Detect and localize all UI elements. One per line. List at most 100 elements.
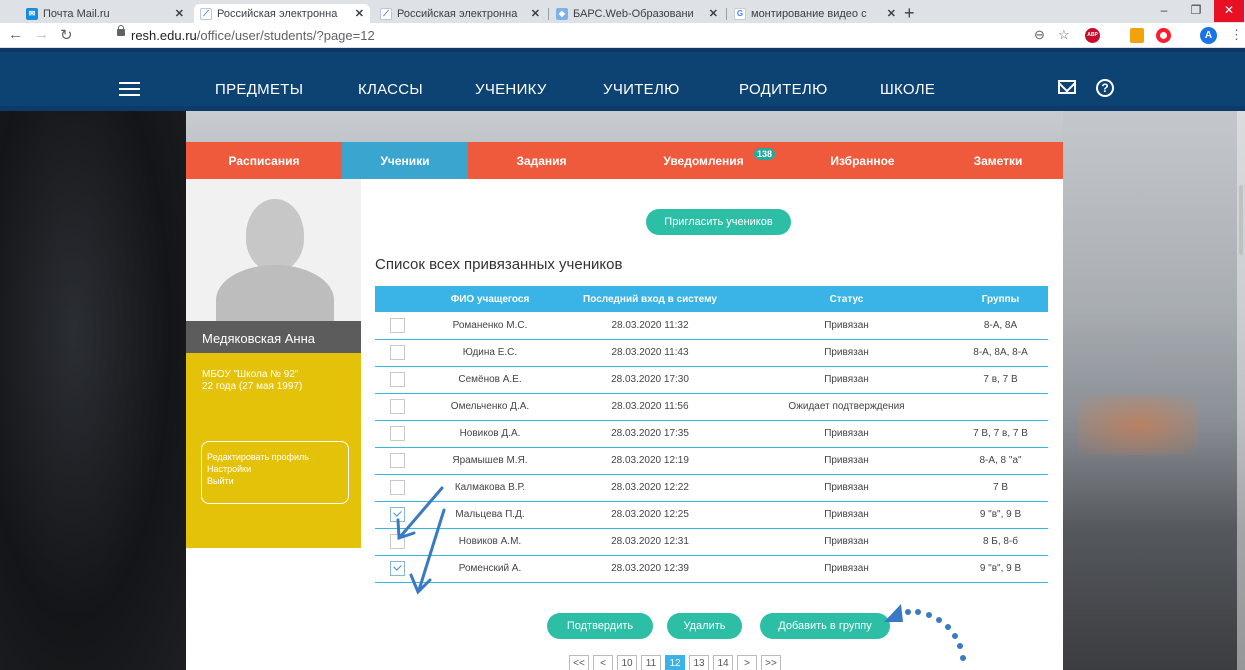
settings-link[interactable]: Настройки: [207, 463, 348, 475]
forward-arrow-icon[interactable]: →: [34, 26, 49, 43]
maximize-button[interactable]: ❐: [1180, 0, 1212, 22]
minimize-button[interactable]: ‒: [1148, 0, 1180, 22]
hamburger-menu-icon[interactable]: [119, 82, 140, 96]
page-button[interactable]: >>: [761, 655, 781, 670]
browser-menu-icon[interactable]: ⋮: [1230, 27, 1243, 43]
add-to-group-button[interactable]: Добавить в группу: [760, 613, 890, 639]
last-login: 28.03.2020 12:25: [560, 501, 740, 529]
back-arrow-icon[interactable]: ←: [8, 26, 23, 43]
avatar-silhouette-body: [216, 265, 334, 321]
nav-item-parent[interactable]: РОДИТЕЛЮ: [739, 81, 828, 98]
column-header-last-login[interactable]: Последний вход в систему: [560, 286, 740, 312]
page-button[interactable]: <<: [569, 655, 589, 670]
close-tab-icon[interactable]: ✕: [709, 7, 718, 20]
new-tab-button[interactable]: +: [904, 3, 915, 24]
edit-profile-link[interactable]: Редактировать профиль: [207, 451, 348, 463]
student-groups: 7 в, 7 В: [953, 366, 1048, 394]
tab-title: Российская электронна: [217, 7, 338, 20]
table-row: Ярамышев М.Я. 28.03.2020 12:19 Привязан 8-А…: [375, 447, 1048, 475]
student-groups: 7 В, 7 в, 7 В: [953, 420, 1048, 448]
url-field[interactable]: resh.edu.ru/office/user/students/?page=1…: [131, 28, 375, 43]
row-checkbox[interactable]: [390, 507, 405, 522]
student-name: Юдина Е.С.: [420, 339, 560, 367]
pagination: << <10 11 12 13 14 > >>: [569, 655, 785, 670]
select-cell: [375, 501, 420, 529]
lock-icon: [117, 25, 125, 36]
shopping-bag-extension-icon[interactable]: [1130, 28, 1144, 43]
column-header-name[interactable]: ФИО учащегося: [420, 286, 560, 312]
select-cell: [375, 420, 420, 448]
column-header-status[interactable]: Статус: [740, 286, 953, 312]
row-checkbox[interactable]: [390, 372, 405, 387]
student-groups: 8-А, 8 "а": [953, 447, 1048, 475]
zoom-icon[interactable]: ⊖: [1034, 27, 1045, 43]
student-groups: 8 Б, 8-б: [953, 528, 1048, 556]
close-tab-icon[interactable]: ✕: [355, 7, 364, 20]
row-checkbox[interactable]: [390, 480, 405, 495]
page-button[interactable]: >: [737, 655, 757, 670]
row-checkbox[interactable]: [390, 317, 405, 333]
tab-notes[interactable]: Заметки: [933, 142, 1063, 179]
tab-favorites[interactable]: Избранное: [792, 142, 933, 179]
page-button[interactable]: <: [593, 655, 613, 670]
background-glow: [1078, 395, 1198, 455]
tab-title: Почта Mail.ru: [43, 7, 110, 20]
select-cell: [375, 393, 420, 421]
row-checkbox[interactable]: [390, 453, 405, 468]
student-name: Новиков Д.А.: [420, 420, 560, 448]
row-checkbox[interactable]: [390, 345, 405, 360]
browser-tab-resh-active[interactable]: ⟋ Российская электронна ✕: [194, 4, 370, 23]
nav-item-school[interactable]: ШКОЛЕ: [880, 81, 935, 98]
browser-tab-bars[interactable]: ◆ БАРС.Web-Образовани ✕: [550, 4, 724, 23]
window-close-button[interactable]: ✕: [1214, 0, 1244, 22]
row-checkbox[interactable]: [390, 399, 405, 414]
student-name: Мальцева П.Д.: [420, 501, 560, 529]
scrollbar-thumb[interactable]: [1239, 185, 1243, 255]
tab-label: Расписания: [228, 153, 300, 168]
invite-students-button[interactable]: Пригласить учеников: [646, 209, 791, 235]
student-groups: 8-А, 8А: [953, 312, 1048, 340]
table-row: Новиков А.М. 28.03.2020 12:31 Привязан 8 Б,…: [375, 528, 1048, 556]
profile-avatar[interactable]: A: [1200, 27, 1217, 44]
resh-icon: ⟋: [380, 7, 392, 20]
nav-item-student[interactable]: УЧЕНИКУ: [475, 81, 547, 98]
mail-icon[interactable]: [1058, 80, 1076, 94]
page-button[interactable]: 12: [665, 655, 685, 670]
close-tab-icon[interactable]: ✕: [887, 7, 896, 20]
bookmark-star-icon[interactable]: ☆: [1058, 27, 1070, 43]
student-status: Привязан: [740, 501, 953, 529]
tab-assignments[interactable]: Задания: [468, 142, 615, 179]
help-icon[interactable]: ?: [1096, 79, 1114, 97]
page-button[interactable]: 13: [689, 655, 709, 670]
reload-icon[interactable]: ↻: [60, 26, 73, 44]
nav-item-teacher[interactable]: УЧИТЕЛЮ: [603, 81, 680, 98]
student-name: Романенко М.С.: [420, 312, 560, 340]
tab-title: Российская электронна: [397, 7, 518, 20]
opera-extension-icon[interactable]: [1156, 28, 1171, 43]
logout-link[interactable]: Выйти: [207, 475, 348, 487]
browser-tab-resh[interactable]: ⟋ Российская электронна ✕: [374, 4, 546, 23]
close-tab-icon[interactable]: ✕: [531, 7, 540, 20]
browser-tab-google[interactable]: G монтирование видео с ✕: [728, 4, 902, 23]
browser-tab-mail[interactable]: ✉ Почта Mail.ru ✕: [20, 4, 190, 23]
page-button[interactable]: 11: [641, 655, 661, 670]
column-header-groups[interactable]: Группы: [953, 286, 1048, 312]
nav-item-subjects[interactable]: ПРЕДМЕТЫ: [215, 81, 303, 98]
delete-button[interactable]: Удалить: [667, 613, 742, 639]
close-tab-icon[interactable]: ✕: [175, 7, 184, 20]
page-button[interactable]: 10: [617, 655, 637, 670]
row-checkbox[interactable]: [390, 426, 405, 441]
page-button[interactable]: 14: [713, 655, 733, 670]
adblock-plus-icon[interactable]: ABP: [1085, 28, 1100, 43]
tab-schedule[interactable]: Расписания: [186, 142, 342, 179]
students-table: ФИО учащегося Последний вход в систему С…: [375, 286, 1048, 583]
select-cell: [375, 366, 420, 394]
confirm-button[interactable]: Подтвердить: [547, 613, 653, 639]
tab-students[interactable]: Ученики: [342, 142, 468, 179]
row-checkbox[interactable]: [390, 534, 405, 549]
tab-notifications[interactable]: Уведомления 138: [615, 142, 792, 179]
row-checkbox[interactable]: [390, 561, 405, 576]
nav-item-classes[interactable]: КЛАССЫ: [358, 81, 423, 98]
student-groups: 9 "в", 9 В: [953, 555, 1048, 583]
profile-school: МБОУ "Школа № 92": [202, 369, 299, 380]
